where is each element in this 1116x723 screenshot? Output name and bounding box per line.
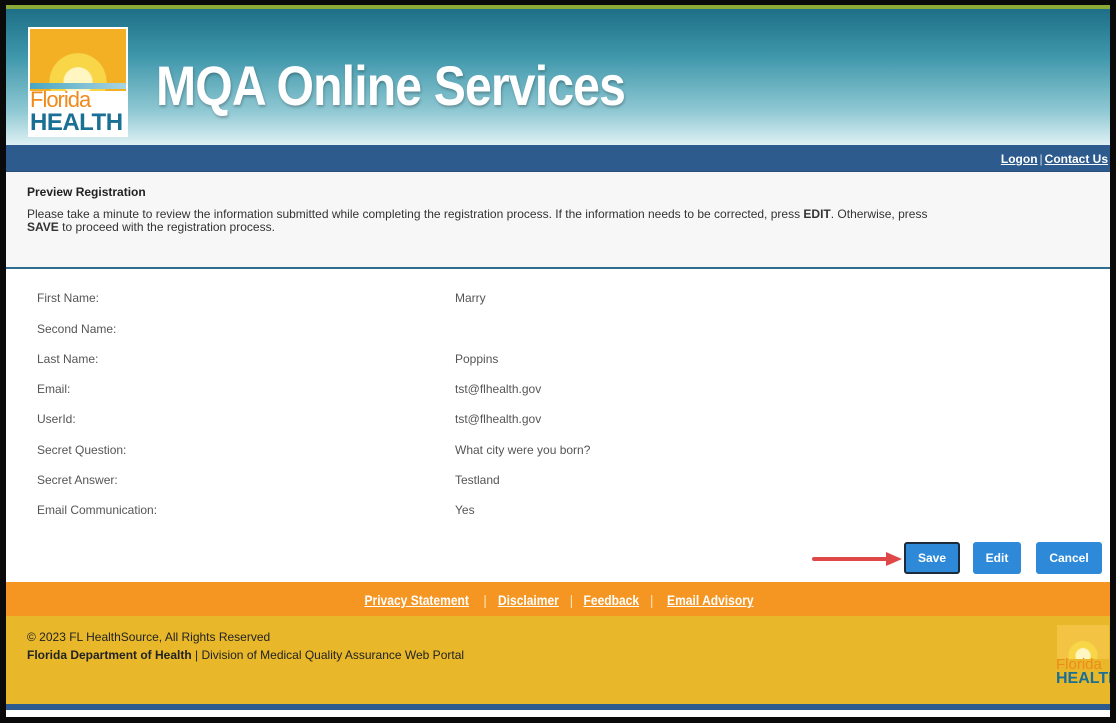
field-label: UserId: [37, 412, 76, 426]
detail-row-email: Email: tst@flhealth.gov [6, 382, 1110, 412]
department-name: Florida Department of Health [27, 648, 192, 662]
nav-links: Logon | Contact Us [1001, 152, 1108, 166]
footer-florida-health-logo: Florida HEALTH [1051, 623, 1110, 693]
field-label: Last Name: [37, 352, 99, 366]
sun-icon [30, 29, 126, 91]
field-label: Email: [37, 382, 71, 396]
field-label: Email Communication: [37, 503, 158, 517]
site-footer: © 2023 FL HealthSource, All Rights Reser… [6, 616, 1110, 704]
detail-row-first-name: First Name: Marry [6, 291, 1110, 321]
edit-button[interactable]: Edit [973, 542, 1021, 574]
detail-row-email-communication: Email Communication: Yes [6, 503, 1110, 533]
detail-row-userid: UserId: tst@flhealth.gov [6, 412, 1110, 442]
field-label: Secret Question: [37, 443, 127, 457]
field-label: Secret Answer: [37, 473, 118, 487]
field-value: tst@flhealth.gov [455, 382, 542, 396]
field-label: First Name: [37, 291, 100, 305]
footer-separator: | [569, 592, 574, 608]
top-nav-bar: Logon | Contact Us [6, 145, 1110, 172]
footer-separator: | [483, 592, 487, 608]
detail-row-last-name: Last Name: Poppins [6, 352, 1110, 382]
division-name: | Division of Medical Quality Assurance … [191, 648, 465, 662]
contact-us-link[interactable]: Contact Us [1045, 152, 1108, 166]
detail-row-second-name: Second Name: [6, 322, 1110, 352]
instructions-part-1: Please take a minute to review the infor… [27, 207, 804, 221]
disclaimer-link[interactable]: Disclaimer [498, 592, 559, 608]
field-value: Poppins [455, 352, 499, 366]
field-label: Second Name: [37, 322, 117, 336]
site-header: Florida HEALTH MQA Online Services [6, 5, 1110, 145]
footer-separator: | [649, 592, 654, 608]
edit-keyword: EDIT [803, 207, 831, 221]
department-text: Florida Department of Health | Division … [27, 648, 464, 662]
logon-link[interactable]: Logon [1001, 152, 1038, 166]
page-title: Preview Registration [27, 185, 146, 199]
instructions-part-2: . Otherwise, press [830, 207, 928, 221]
field-value: Testland [455, 473, 500, 487]
detail-row-secret-answer: Secret Answer: Testland [6, 473, 1110, 503]
logo-health-text: HEALTH [30, 109, 123, 136]
save-button[interactable]: Save [904, 542, 960, 574]
preview-instructions: Please take a minute to review the infor… [27, 208, 1087, 234]
field-value: Yes [455, 503, 475, 517]
bottom-bar [6, 704, 1110, 710]
feedback-link[interactable]: Feedback [584, 592, 640, 608]
nav-separator: | [1039, 152, 1043, 166]
florida-health-logo[interactable]: Florida HEALTH [28, 27, 128, 137]
footer-links-bar: Privacy Statement | Disclaimer | Feedback | Em… [6, 582, 1110, 616]
cancel-button[interactable]: Cancel [1036, 542, 1102, 574]
site-title: MQA Online Services [156, 54, 626, 117]
preview-section: Preview Registration Please take a minut… [6, 172, 1110, 269]
field-value: Marry [455, 291, 486, 305]
registration-details: First Name: Marry Second Name: Last Name… [6, 269, 1110, 569]
red-arrow-annotation [812, 552, 902, 566]
privacy-statement-link[interactable]: Privacy Statement [364, 592, 468, 608]
instructions-part-3: to proceed with the registration process… [58, 220, 275, 234]
sun-icon [1057, 625, 1109, 659]
browser-frame: Florida HEALTH MQA Online Services Logon… [0, 0, 1116, 723]
detail-row-secret-question: Secret Question: What city were you born… [6, 443, 1110, 473]
copyright-text: © 2023 FL HealthSource, All Rights Reser… [27, 630, 271, 644]
footer-logo-health-text: HEALTH [1056, 670, 1116, 687]
field-value: tst@flhealth.gov [455, 412, 542, 426]
field-value: What city were you born? [455, 443, 591, 457]
save-keyword: SAVE [27, 220, 59, 234]
email-advisory-link[interactable]: Email Advisory [667, 592, 754, 608]
logo-florida-text: Florida [30, 87, 91, 112]
